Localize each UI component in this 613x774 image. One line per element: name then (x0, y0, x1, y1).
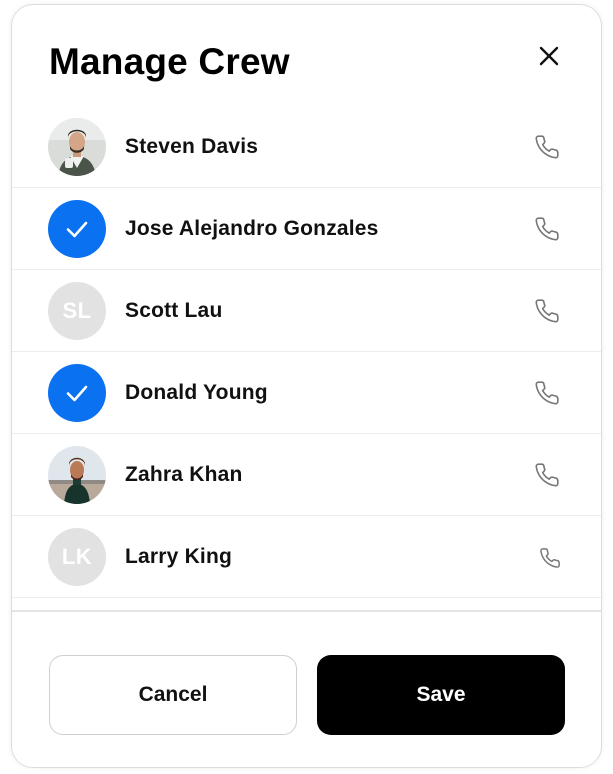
close-button[interactable] (534, 41, 564, 71)
crew-row[interactable]: Donald Young (12, 352, 601, 434)
crew-row[interactable]: Steven Davis (12, 106, 601, 188)
crew-row[interactable]: Jose Alejandro Gonzales (12, 188, 601, 270)
crew-row[interactable]: LK Larry King (12, 516, 601, 598)
crew-name: Zahra Khan (125, 463, 243, 486)
crew-list: Steven Davis Jose Alejandro Gonzales SL … (12, 106, 601, 612)
initials-avatar[interactable]: LK (48, 528, 106, 586)
manage-crew-dialog: Manage Crew Steven Davis Jose Alejandro … (11, 4, 602, 768)
person-photo-icon (48, 118, 106, 176)
avatar[interactable] (48, 446, 106, 504)
call-button[interactable] (539, 547, 565, 573)
phone-icon (535, 381, 559, 405)
checkmark-icon (66, 221, 88, 238)
crew-row[interactable]: Zahra Khan (12, 434, 601, 516)
call-button[interactable] (534, 380, 560, 406)
call-button[interactable] (534, 216, 560, 242)
crew-name: Steven Davis (125, 135, 259, 158)
checkmark-icon (66, 385, 88, 402)
call-button[interactable] (534, 462, 560, 488)
phone-icon (535, 299, 559, 323)
phone-icon (535, 135, 559, 159)
phone-icon (540, 548, 560, 568)
call-button[interactable] (534, 134, 560, 160)
save-button[interactable]: Save (317, 655, 565, 735)
avatar[interactable] (48, 118, 106, 176)
crew-name: Scott Lau (125, 299, 223, 322)
selected-avatar[interactable] (48, 200, 106, 258)
crew-name: Larry King (125, 545, 233, 568)
crew-row[interactable]: SL Scott Lau (12, 270, 601, 352)
dialog-title: Manage Crew (49, 41, 290, 82)
phone-icon (535, 217, 559, 241)
dialog-footer: Cancel Save (12, 610, 601, 767)
phone-icon (535, 463, 559, 487)
selected-avatar[interactable] (48, 364, 106, 422)
cancel-button[interactable]: Cancel (49, 655, 297, 735)
crew-name: Donald Young (125, 381, 268, 404)
crew-name: Jose Alejandro Gonzales (125, 217, 379, 240)
close-icon (539, 46, 559, 66)
call-button[interactable] (534, 298, 560, 324)
person-photo-icon (48, 446, 106, 504)
initials-avatar[interactable]: SL (48, 282, 106, 340)
